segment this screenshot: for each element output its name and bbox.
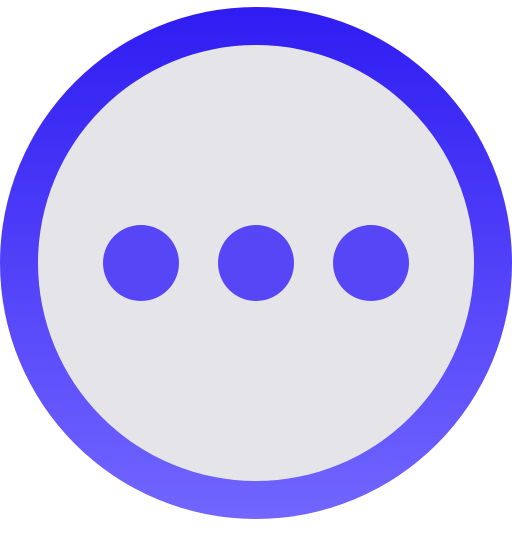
dot-left [103,225,179,301]
more-options-icon [0,7,512,519]
dot-center [218,225,294,301]
dot-right [333,225,409,301]
icon-canvas [0,0,512,538]
more-options-button[interactable] [0,7,512,519]
